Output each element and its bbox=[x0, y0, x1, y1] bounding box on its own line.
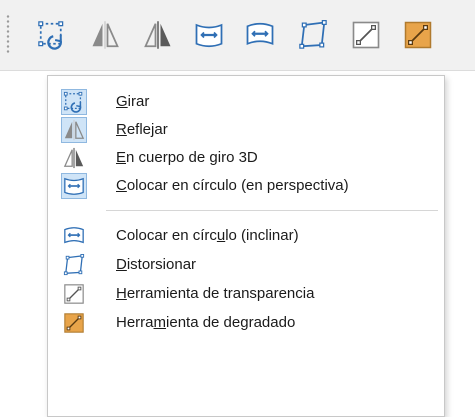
toolbar-gradient-button[interactable] bbox=[402, 19, 434, 51]
mnemonic-letter: E bbox=[116, 149, 127, 166]
circle-slant-icon bbox=[245, 20, 275, 50]
menu-item-icon-box bbox=[61, 89, 87, 115]
rotate-icon bbox=[37, 20, 67, 50]
gradient-tool-icon bbox=[403, 20, 433, 50]
menu-item-label: Girar bbox=[116, 93, 150, 110]
mnemonic-letter: C bbox=[116, 177, 127, 194]
toolbar-rotate-button[interactable] bbox=[36, 19, 68, 51]
circle-slant-icon bbox=[63, 225, 85, 247]
3d-rotation-object-icon bbox=[143, 20, 173, 50]
menu-item-icon-box bbox=[61, 173, 87, 199]
menu-item-label: En cuerpo de giro 3D bbox=[116, 149, 258, 166]
menu-item-label: Colocar en círculo (en perspectiva) bbox=[116, 177, 349, 194]
toolbar-3d-rotation-button[interactable] bbox=[142, 19, 174, 51]
menu-item-icon-box bbox=[61, 223, 87, 249]
menu-item-circle-perspective[interactable]: Colocar en círculo (en perspectiva) bbox=[48, 172, 444, 200]
flip-icon bbox=[90, 20, 120, 50]
3d-rotation-object-icon bbox=[63, 147, 85, 169]
flip-icon bbox=[63, 119, 85, 141]
rotate-icon bbox=[63, 91, 85, 113]
menu-item-label: Herramienta de degradado bbox=[116, 314, 296, 331]
toolbar-flip-button[interactable] bbox=[89, 19, 121, 51]
mnemonic-letter: R bbox=[116, 121, 127, 138]
menu-separator bbox=[106, 210, 438, 211]
distort-icon bbox=[298, 20, 328, 50]
mnemonic-letter: H bbox=[116, 285, 127, 302]
transformations-menu: Girar Reflejar En cuerpo de giro 3D Colo… bbox=[47, 75, 445, 417]
menu-item-flip[interactable]: Reflejar bbox=[48, 116, 444, 144]
menu-item-transparency-tool[interactable]: Herramienta de transparencia bbox=[48, 280, 444, 308]
menu-item-icon-box bbox=[61, 310, 87, 336]
menu-item-3d-rotation[interactable]: En cuerpo de giro 3D bbox=[48, 144, 444, 172]
gradient-tool-icon bbox=[63, 312, 85, 334]
menu-item-rotate[interactable]: Girar bbox=[48, 88, 444, 116]
toolbar-circle-slant-button[interactable] bbox=[244, 19, 276, 51]
transformations-toolbar bbox=[0, 0, 475, 71]
mnemonic-letter: u bbox=[216, 227, 226, 244]
mnemonic-letter: G bbox=[116, 93, 128, 110]
toolbar-distort-button[interactable] bbox=[297, 19, 329, 51]
menu-item-icon-box bbox=[61, 252, 87, 278]
circle-perspective-icon bbox=[194, 20, 224, 50]
circle-perspective-icon bbox=[63, 175, 85, 197]
distort-icon bbox=[63, 254, 85, 276]
toolbar-circle-perspective-button[interactable] bbox=[193, 19, 225, 51]
menu-item-label: Distorsionar bbox=[116, 256, 197, 273]
menu-item-icon-box bbox=[61, 145, 87, 171]
menu-item-label: Herramienta de transparencia bbox=[116, 285, 315, 302]
menu-item-gradient-tool[interactable]: Herramienta de degradado bbox=[48, 309, 444, 337]
menu-item-circle-slant[interactable]: Colocar en círculo (inclinar) bbox=[48, 222, 444, 250]
menu-item-label: Reflejar bbox=[116, 121, 168, 138]
toolbar-transparency-button[interactable] bbox=[350, 19, 382, 51]
toolbar-grip[interactable] bbox=[6, 14, 10, 54]
transparency-tool-icon bbox=[351, 20, 381, 50]
menu-item-icon-box bbox=[61, 281, 87, 307]
transparency-tool-icon bbox=[63, 283, 85, 305]
menu-item-icon-box bbox=[61, 117, 87, 143]
mnemonic-letter: D bbox=[116, 256, 127, 273]
menu-item-label: Colocar en círculo (inclinar) bbox=[116, 227, 299, 244]
mnemonic-letter: m bbox=[153, 314, 167, 331]
menu-item-distort[interactable]: Distorsionar bbox=[48, 251, 444, 279]
